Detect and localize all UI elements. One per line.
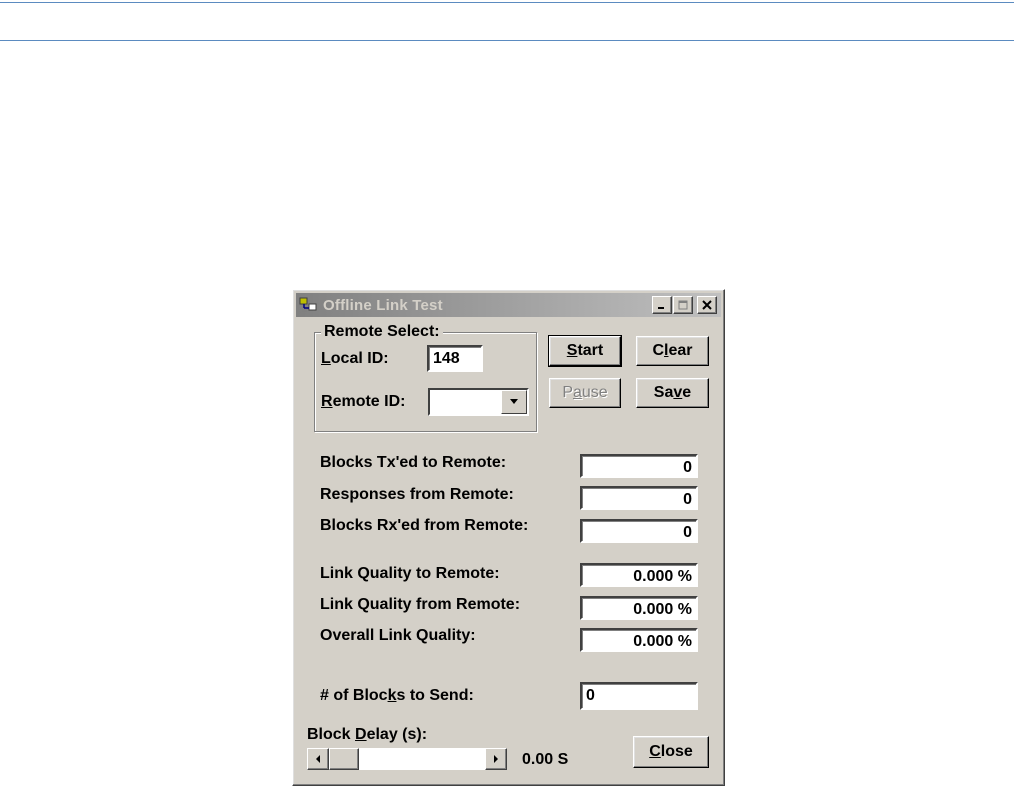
remote-select-label: Remote Select: — [321, 323, 443, 341]
blocks-rxed-value: 0 — [580, 519, 698, 543]
dropdown-arrow-button[interactable] — [501, 390, 527, 414]
local-id-label: Local ID: — [321, 350, 389, 367]
arrow-left-icon — [316, 755, 320, 763]
close-button[interactable]: Close — [633, 736, 709, 768]
close-icon — [702, 300, 712, 310]
minimize-button[interactable] — [652, 296, 672, 314]
scroll-thumb[interactable] — [329, 748, 359, 770]
link-quality-from-value: 0.000 % — [580, 596, 698, 620]
chevron-down-icon — [510, 399, 518, 404]
block-delay-slider[interactable] — [307, 748, 507, 770]
blocks-to-send-label: # of Blocks to Send: — [320, 687, 474, 704]
minimize-icon — [658, 307, 664, 309]
overall-link-quality-value: 0.000 % — [580, 628, 698, 652]
blocks-rxed-label: Blocks Rx'ed from Remote: — [320, 517, 529, 534]
maximize-button[interactable] — [673, 296, 693, 314]
arrow-right-icon — [494, 755, 498, 763]
start-button[interactable]: Start — [548, 335, 622, 367]
app-icon — [299, 296, 319, 314]
scroll-track[interactable] — [359, 748, 485, 770]
scroll-right-button[interactable] — [485, 748, 507, 770]
save-button[interactable]: Sa v e — [636, 378, 709, 408]
block-delay-label: Block Delay (s): — [307, 726, 428, 743]
remote-select-group — [314, 332, 537, 432]
responses-value: 0 — [580, 486, 698, 510]
scroll-left-button[interactable] — [307, 748, 329, 770]
blocks-txed-value: 0 — [580, 454, 698, 478]
close-window-button[interactable] — [697, 296, 717, 314]
block-delay-readout: 0.00 S — [522, 751, 569, 768]
pause-button[interactable]: Pa use — [549, 378, 621, 408]
link-quality-to-value: 0.000 % — [580, 563, 698, 587]
remote-id-label: Remote ID: — [321, 393, 406, 410]
link-quality-from-label: Link Quality from Remote: — [320, 596, 521, 613]
responses-label: Responses from Remote: — [320, 486, 514, 503]
header-rule — [0, 40, 1014, 41]
maximize-icon — [678, 300, 688, 310]
remote-id-dropdown[interactable] — [428, 388, 529, 416]
local-id-field[interactable]: 148 — [427, 345, 483, 372]
title-bar[interactable]: Offline Link Test — [296, 293, 721, 317]
clear-button[interactable]: Cl ear — [636, 336, 709, 366]
link-quality-to-label: Link Quality to Remote: — [320, 565, 500, 582]
blocks-txed-label: Blocks Tx'ed to Remote: — [320, 454, 507, 471]
blocks-to-send-field[interactable]: 0 — [580, 682, 698, 710]
offline-link-test-window: Offline Link Test Remote Select: Local I… — [292, 289, 725, 786]
top-rule — [0, 2, 1014, 3]
overall-link-quality-label: Overall Link Quality: — [320, 627, 476, 644]
